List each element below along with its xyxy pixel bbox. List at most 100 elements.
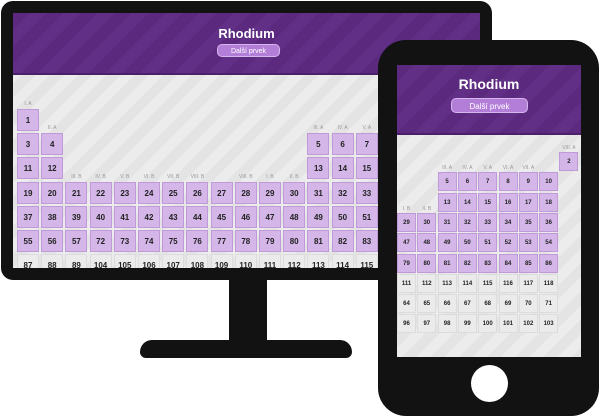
element-cell-7[interactable]: 7 — [478, 172, 498, 192]
element-cell-84[interactable]: 84 — [498, 253, 518, 273]
element-cell-114[interactable]: 114 — [457, 273, 477, 293]
element-cell-13[interactable]: 13 — [307, 157, 330, 180]
element-cell-78[interactable]: 78 — [234, 230, 257, 252]
element-cell-98[interactable]: 98 — [437, 314, 457, 334]
element-cell-6[interactable]: 6 — [331, 133, 354, 156]
element-cell-97[interactable]: 97 — [417, 314, 437, 334]
element-cell-50[interactable]: 50 — [331, 205, 354, 228]
element-cell-112[interactable]: 112 — [417, 273, 437, 293]
element-cell-10[interactable]: 10 — [539, 172, 559, 192]
element-cell-82[interactable]: 82 — [457, 253, 477, 273]
element-cell-33[interactable]: 33 — [355, 181, 378, 204]
element-cell-32[interactable]: 32 — [457, 212, 477, 232]
element-cell-14[interactable]: 14 — [331, 157, 354, 180]
element-cell-100[interactable]: 100 — [478, 314, 498, 334]
element-cell-12[interactable]: 12 — [41, 157, 64, 180]
element-cell-26[interactable]: 26 — [186, 181, 209, 204]
element-cell-74[interactable]: 74 — [138, 230, 160, 252]
element-cell-50[interactable]: 50 — [457, 233, 477, 253]
element-cell-31[interactable]: 31 — [307, 181, 330, 204]
element-cell-32[interactable]: 32 — [331, 181, 354, 204]
element-cell-101[interactable]: 101 — [498, 314, 518, 334]
element-cell-25[interactable]: 25 — [162, 181, 185, 204]
element-cell-103[interactable]: 103 — [539, 314, 559, 334]
element-cell-38[interactable]: 38 — [41, 205, 64, 228]
next-element-button[interactable]: Další prvek — [451, 98, 528, 113]
element-cell-118[interactable]: 118 — [539, 273, 559, 293]
element-cell-106[interactable]: 106 — [138, 254, 160, 268]
element-cell-40[interactable]: 40 — [89, 205, 112, 228]
element-cell-48[interactable]: 48 — [283, 205, 306, 228]
element-cell-57[interactable]: 57 — [65, 230, 88, 252]
element-cell-21[interactable]: 21 — [65, 181, 88, 204]
element-cell-29[interactable]: 29 — [259, 181, 281, 204]
element-cell-105[interactable]: 105 — [113, 254, 136, 268]
element-cell-82[interactable]: 82 — [331, 230, 354, 252]
element-cell-15[interactable]: 15 — [478, 192, 498, 212]
element-cell-99[interactable]: 99 — [457, 314, 477, 334]
element-cell-52[interactable]: 52 — [498, 233, 518, 253]
element-cell-107[interactable]: 107 — [162, 254, 185, 268]
element-cell-45[interactable]: 45 — [210, 205, 233, 228]
element-cell-9[interactable]: 9 — [518, 172, 538, 192]
home-button[interactable] — [471, 365, 508, 402]
element-cell-79[interactable]: 79 — [259, 230, 281, 252]
element-cell-85[interactable]: 85 — [518, 253, 538, 273]
element-cell-46[interactable]: 46 — [234, 205, 257, 228]
element-cell-76[interactable]: 76 — [186, 230, 209, 252]
element-cell-15[interactable]: 15 — [355, 157, 378, 180]
element-cell-16[interactable]: 16 — [498, 192, 518, 212]
element-cell-48[interactable]: 48 — [417, 233, 437, 253]
element-cell-14[interactable]: 14 — [457, 192, 477, 212]
element-cell-17[interactable]: 17 — [518, 192, 538, 212]
element-cell-64[interactable]: 64 — [397, 294, 416, 314]
element-cell-83[interactable]: 83 — [355, 230, 378, 252]
element-cell-51[interactable]: 51 — [478, 233, 498, 253]
element-cell-81[interactable]: 81 — [437, 253, 457, 273]
element-cell-55[interactable]: 55 — [17, 230, 39, 252]
element-cell-35[interactable]: 35 — [518, 212, 538, 232]
element-cell-28[interactable]: 28 — [234, 181, 257, 204]
element-cell-70[interactable]: 70 — [518, 294, 538, 314]
element-cell-8[interactable]: 8 — [498, 172, 518, 192]
element-cell-43[interactable]: 43 — [162, 205, 185, 228]
element-cell-111[interactable]: 111 — [397, 273, 416, 293]
element-cell-81[interactable]: 81 — [307, 230, 330, 252]
element-cell-54[interactable]: 54 — [539, 233, 559, 253]
element-cell-89[interactable]: 89 — [65, 254, 88, 268]
element-cell-49[interactable]: 49 — [437, 233, 457, 253]
element-cell-30[interactable]: 30 — [283, 181, 306, 204]
element-cell-69[interactable]: 69 — [498, 294, 518, 314]
element-cell-66[interactable]: 66 — [437, 294, 457, 314]
element-cell-33[interactable]: 33 — [478, 212, 498, 232]
element-cell-29[interactable]: 29 — [397, 212, 416, 232]
element-cell-86[interactable]: 86 — [539, 253, 559, 273]
element-cell-110[interactable]: 110 — [234, 254, 257, 268]
next-element-button[interactable]: Další prvek — [217, 44, 280, 57]
element-cell-116[interactable]: 116 — [498, 273, 518, 293]
element-cell-88[interactable]: 88 — [41, 254, 64, 268]
element-cell-111[interactable]: 111 — [259, 254, 281, 268]
element-cell-51[interactable]: 51 — [355, 205, 378, 228]
element-cell-113[interactable]: 113 — [307, 254, 330, 268]
element-cell-53[interactable]: 53 — [518, 233, 538, 253]
element-cell-117[interactable]: 117 — [518, 273, 538, 293]
element-cell-47[interactable]: 47 — [259, 205, 281, 228]
element-cell-11[interactable]: 11 — [17, 157, 39, 180]
element-cell-49[interactable]: 49 — [307, 205, 330, 228]
element-cell-96[interactable]: 96 — [397, 314, 416, 334]
element-cell-5[interactable]: 5 — [307, 133, 330, 156]
element-cell-112[interactable]: 112 — [283, 254, 306, 268]
element-cell-72[interactable]: 72 — [89, 230, 112, 252]
element-cell-65[interactable]: 65 — [417, 294, 437, 314]
element-cell-19[interactable]: 19 — [17, 181, 39, 204]
element-cell-104[interactable]: 104 — [89, 254, 112, 268]
element-cell-83[interactable]: 83 — [478, 253, 498, 273]
element-cell-5[interactable]: 5 — [437, 172, 457, 192]
element-cell-102[interactable]: 102 — [518, 314, 538, 334]
element-cell-7[interactable]: 7 — [355, 133, 378, 156]
element-cell-41[interactable]: 41 — [113, 205, 136, 228]
element-cell-22[interactable]: 22 — [89, 181, 112, 204]
element-cell-114[interactable]: 114 — [331, 254, 354, 268]
element-cell-115[interactable]: 115 — [355, 254, 378, 268]
